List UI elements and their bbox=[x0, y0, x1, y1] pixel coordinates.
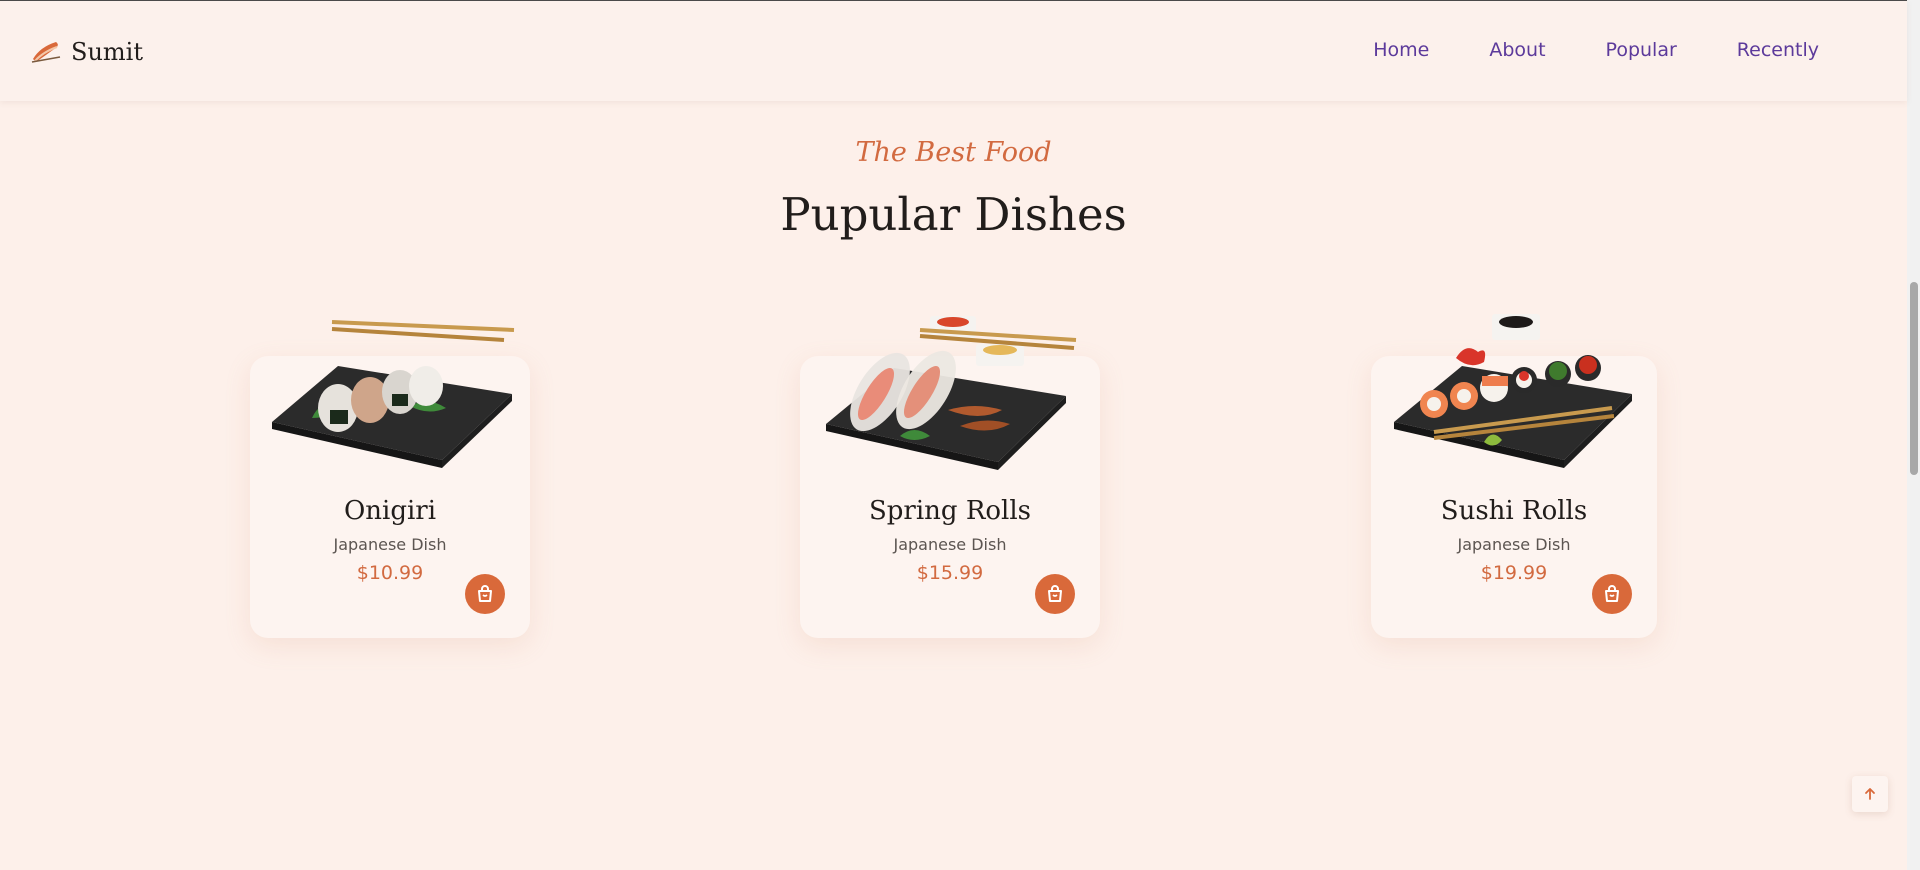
dish-name: Spring Rolls bbox=[868, 496, 1032, 526]
add-to-cart-button[interactable] bbox=[1592, 574, 1632, 614]
nav-recently[interactable]: Recently bbox=[1737, 39, 1819, 61]
shopping-bag-icon bbox=[1605, 585, 1619, 602]
dish-card: Onigiri Japanese Dish $10.99 bbox=[250, 320, 530, 638]
nav-popular[interactable]: Popular bbox=[1606, 39, 1677, 61]
nav-home[interactable]: Home bbox=[1373, 39, 1429, 61]
page-scrollbar[interactable] bbox=[1907, 0, 1920, 870]
sushi-rolls-image bbox=[1394, 314, 1632, 468]
spring-rolls-image bbox=[826, 316, 1077, 470]
dish-name: Onigiri bbox=[343, 496, 437, 526]
nav-about[interactable]: About bbox=[1489, 39, 1545, 61]
dish-card: Sushi Rolls Japanese Dish $19.99 bbox=[1371, 314, 1657, 638]
scrollbar-thumb[interactable] bbox=[1910, 282, 1918, 475]
dish-description: Japanese Dish bbox=[1457, 535, 1571, 554]
dish-card: Spring Rolls Japanese Dish $15.99 bbox=[800, 316, 1100, 638]
onigiri-image bbox=[272, 320, 515, 468]
logo-text: Sumit bbox=[71, 38, 143, 66]
logo-link[interactable]: Sumit bbox=[30, 35, 143, 69]
main-nav: Home About Popular Recently bbox=[1373, 39, 1819, 61]
shopping-bag-icon bbox=[1048, 585, 1062, 602]
dish-description: Japanese Dish bbox=[893, 535, 1007, 554]
add-to-cart-button[interactable] bbox=[1035, 574, 1075, 614]
shopping-bag-icon bbox=[478, 585, 492, 602]
site-header: Sumit Home About Popular Recently bbox=[0, 0, 1907, 101]
add-to-cart-button[interactable] bbox=[465, 574, 505, 614]
section-title: Pupular Dishes bbox=[780, 188, 1127, 241]
dish-name: Sushi Rolls bbox=[1440, 496, 1588, 526]
sushi-icon bbox=[31, 42, 61, 63]
arrow-up-icon bbox=[1865, 788, 1875, 800]
scroll-to-top-button[interactable] bbox=[1852, 776, 1888, 812]
dish-description: Japanese Dish bbox=[333, 535, 447, 554]
section-subtitle: The Best Food bbox=[855, 137, 1052, 168]
